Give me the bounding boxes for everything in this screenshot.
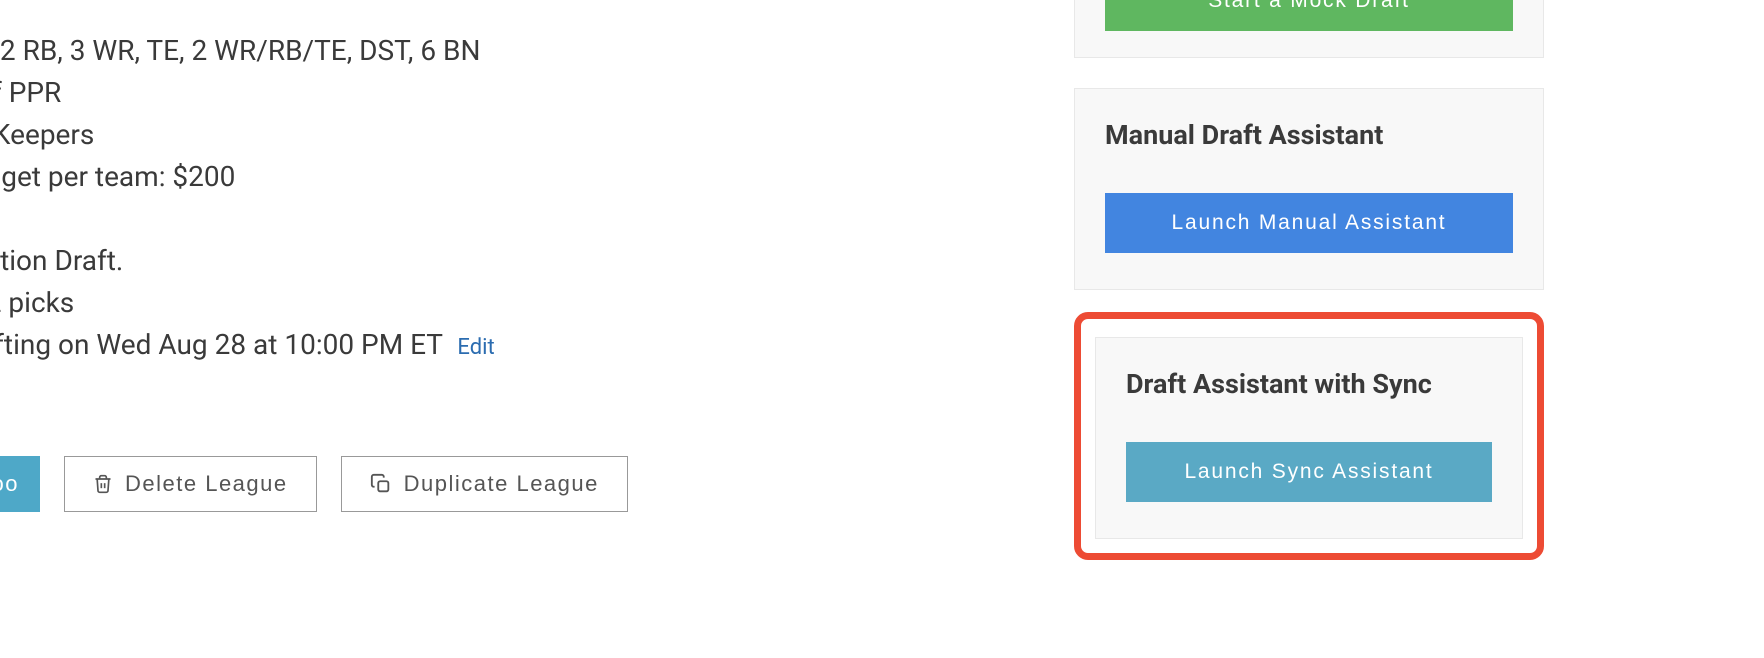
league-info-section: B, 2 RB, 3 WR, TE, 2 WR/RB/TE, DST, 6 BN… [0,30,900,512]
roster-line: B, 2 RB, 3 WR, TE, 2 WR/RB/TE, DST, 6 BN [0,30,900,72]
yahoo-button[interactable]: hoo [0,456,40,512]
manual-assistant-title: Manual Draft Assistant [1105,119,1513,151]
trash-icon [93,473,113,495]
launch-sync-assistant-button[interactable]: Launch Sync Assistant [1126,442,1492,502]
sync-assistant-title: Draft Assistant with Sync [1126,368,1492,400]
league-actions-row: hoo Delete League Duplicate League [0,456,900,512]
duplicate-league-button[interactable]: Duplicate League [341,456,628,512]
sidebar: Start a Mock Draft Manual Draft Assistan… [1074,0,1544,560]
yahoo-button-label: hoo [0,471,19,497]
edit-draft-time-link[interactable]: Edit [457,335,494,360]
manual-assistant-card: Manual Draft Assistant Launch Manual Ass… [1074,88,1544,290]
keepers-line: o Keepers [0,114,900,156]
sync-assistant-highlight: Draft Assistant with Sync Launch Sync As… [1074,312,1544,560]
sync-assistant-card: Draft Assistant with Sync Launch Sync As… [1095,337,1523,539]
draft-type-line: uction Draft. [0,240,900,282]
start-mock-draft-button[interactable]: Start a Mock Draft [1105,0,1513,31]
duplicate-league-label: Duplicate League [404,471,599,497]
delete-league-label: Delete League [125,471,288,497]
budget-line: udget per team: $200 [0,156,900,198]
launch-manual-assistant-button[interactable]: Launch Manual Assistant [1105,193,1513,253]
scoring-line: alf PPR [0,72,900,114]
copy-icon [370,473,392,495]
draft-time-line: rafting on Wed Aug 28 at 10:00 PM ET Edi… [0,324,900,366]
draft-time-text: rafting on Wed Aug 28 at 10:00 PM ET [0,328,442,361]
mock-draft-card: Start a Mock Draft [1074,0,1544,58]
delete-league-button[interactable]: Delete League [64,456,317,512]
picks-line: 02 picks [0,282,900,324]
